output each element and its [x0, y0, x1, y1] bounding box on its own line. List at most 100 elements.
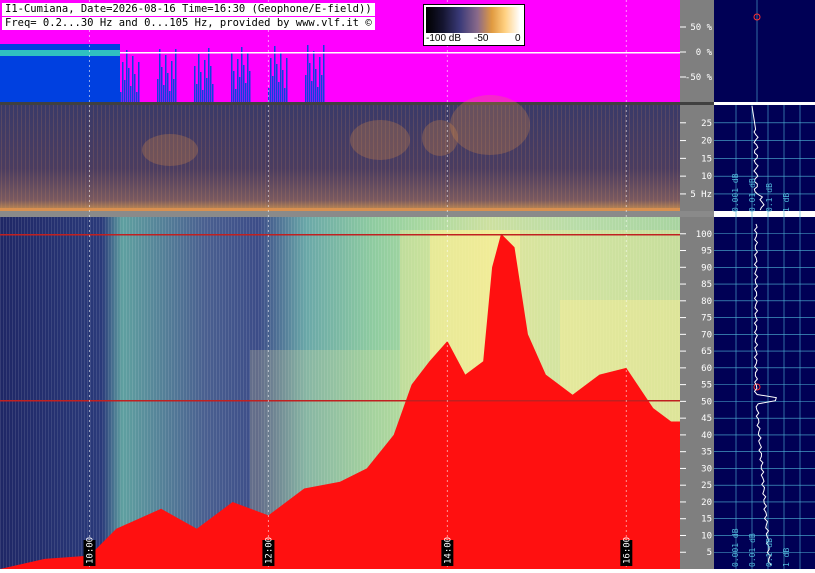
- waveform-burst: [138, 62, 140, 102]
- waveform-burst: [200, 72, 202, 102]
- waveform-burst: [198, 54, 200, 102]
- waveform-burst: [169, 91, 171, 102]
- waveform-burst: [237, 59, 239, 102]
- hf-tick-label: 90: [701, 263, 712, 273]
- waveform-burst: [282, 70, 284, 102]
- waveform-burst: [208, 48, 210, 102]
- waveform-burst: [231, 53, 233, 102]
- hf-tick-label: 15: [701, 515, 712, 525]
- waveform-burst: [311, 81, 313, 102]
- profile-x-label-lf: 0.1 dB: [765, 183, 774, 212]
- profile-separator: [714, 102, 815, 105]
- waveform-burst: [120, 92, 122, 102]
- waveform-burst: [128, 68, 130, 102]
- waveform-burst: [276, 64, 278, 102]
- hf-tick-label: 45: [701, 414, 712, 424]
- hf-tick-label: 10: [701, 531, 712, 541]
- waveform-burst: [278, 82, 280, 102]
- hf-tick-label: 75: [701, 314, 712, 324]
- waveform-burst: [313, 51, 315, 102]
- waveform-burst: [284, 88, 286, 102]
- waveform-burst: [315, 69, 317, 102]
- waveform-burst: [171, 61, 173, 102]
- waveform-tick-label: 0 %: [696, 48, 713, 58]
- db-scale-mid: -50: [474, 33, 489, 44]
- waveform-burst: [122, 62, 124, 102]
- waveform-burst: [130, 86, 132, 102]
- profile-x-label-lf: 1 dB: [782, 193, 791, 212]
- profile-x-label-hf: 0.01 dB: [748, 533, 757, 567]
- waveform-burst: [202, 90, 204, 102]
- hf-tick-label: 65: [701, 347, 712, 357]
- hf-tick-label: 25: [701, 481, 712, 491]
- lf-spectrogram-streaks: [0, 105, 680, 211]
- hf-tick-label: 85: [701, 280, 712, 290]
- db-scale-max: 0: [515, 33, 521, 44]
- spectrogram-canvas: 50 % 0 % -50 % 25 20 15 10 5 Hz 10:00 12:00 14:0…: [0, 0, 815, 570]
- waveform-burst: [173, 79, 175, 102]
- lf-spectrogram-panel: 25 20 15 10 5 Hz: [0, 95, 714, 211]
- hf-tick-label: 60: [701, 364, 712, 374]
- waveform-burst: [323, 45, 325, 102]
- hf-100hz-line: [0, 234, 680, 236]
- waveform-burst: [212, 84, 214, 102]
- waveform-burst: [272, 76, 274, 102]
- waveform-tick-label: -50 %: [685, 73, 713, 83]
- hf-tick-label: 5: [707, 548, 712, 558]
- panel-separator: [0, 102, 714, 105]
- waveform-tick-label: 50 %: [690, 23, 712, 33]
- waveform-burst: [321, 75, 323, 102]
- lf-low-band: [0, 208, 680, 211]
- time-label: 16:00: [622, 537, 632, 564]
- waveform-burst: [194, 66, 196, 102]
- waveform-burst: [132, 56, 134, 102]
- hf-tick-label: 20: [701, 498, 712, 508]
- hf-tick-label: 100: [696, 230, 712, 240]
- waveform-burst: [280, 52, 282, 102]
- hf-tick-label: 70: [701, 330, 712, 340]
- header-title: I1-Cumiana, Date=2026-08-16 Time=16:30 (…: [2, 3, 375, 16]
- time-label: 12:00: [264, 537, 274, 564]
- profile-x-label-lf: 0.01 dB: [748, 178, 757, 212]
- profile-x-label-hf: 0.1 dB: [765, 538, 774, 567]
- waveform-burst: [247, 53, 249, 102]
- waveform-burst: [270, 58, 272, 102]
- waveform-burst: [317, 87, 319, 102]
- vlf-monitor-panel: 50 % 0 % -50 % 25 20 15 10 5 Hz 10:00 12:00 14:0…: [0, 0, 815, 570]
- lf-burst: [350, 120, 410, 160]
- hf-tick-label: 95: [701, 247, 712, 257]
- panel-separator-2: [0, 211, 714, 217]
- db-color-scale: -100 dB -50 0: [423, 4, 525, 46]
- lf-tick-label: 20: [701, 137, 712, 147]
- waveform-burst: [274, 46, 276, 102]
- waveform-burst: [167, 73, 169, 102]
- waveform-burst: [124, 80, 126, 102]
- hf-tick-label: 80: [701, 297, 712, 307]
- waveform-burst: [245, 83, 247, 102]
- waveform-burst: [319, 57, 321, 102]
- hf-tick-label: 30: [701, 464, 712, 474]
- waveform-burst: [239, 77, 241, 102]
- time-label: 10:00: [85, 537, 95, 564]
- waveform-burst: [241, 47, 243, 102]
- waveform-burst: [309, 63, 311, 102]
- waveform-trace-early: [0, 50, 120, 56]
- profile-x-label-lf: 0.001 dB: [731, 173, 740, 212]
- hf-tick-label: 55: [701, 381, 712, 391]
- waveform-burst: [136, 92, 138, 102]
- waveform-burst: [206, 78, 208, 102]
- lf-tick-label: 25: [701, 119, 712, 129]
- hf-50hz-line: [0, 400, 680, 402]
- waveform-burst: [243, 65, 245, 102]
- profile-panel: 0.001 dB 0.001 dB 0.01 dB 0.01 dB 0.1 dB 0.1 …: [714, 0, 815, 569]
- lf-burst: [450, 95, 530, 155]
- lf-burst: [142, 134, 198, 166]
- waveform-burst: [159, 49, 161, 102]
- waveform-burst: [157, 79, 159, 102]
- hf-tick-label: 40: [701, 431, 712, 441]
- waveform-burst: [249, 71, 251, 102]
- waveform-burst: [163, 85, 165, 102]
- lf-tick-label: 10: [701, 172, 712, 182]
- waveform-burst: [134, 74, 136, 102]
- lf-tick-label: 15: [701, 154, 712, 164]
